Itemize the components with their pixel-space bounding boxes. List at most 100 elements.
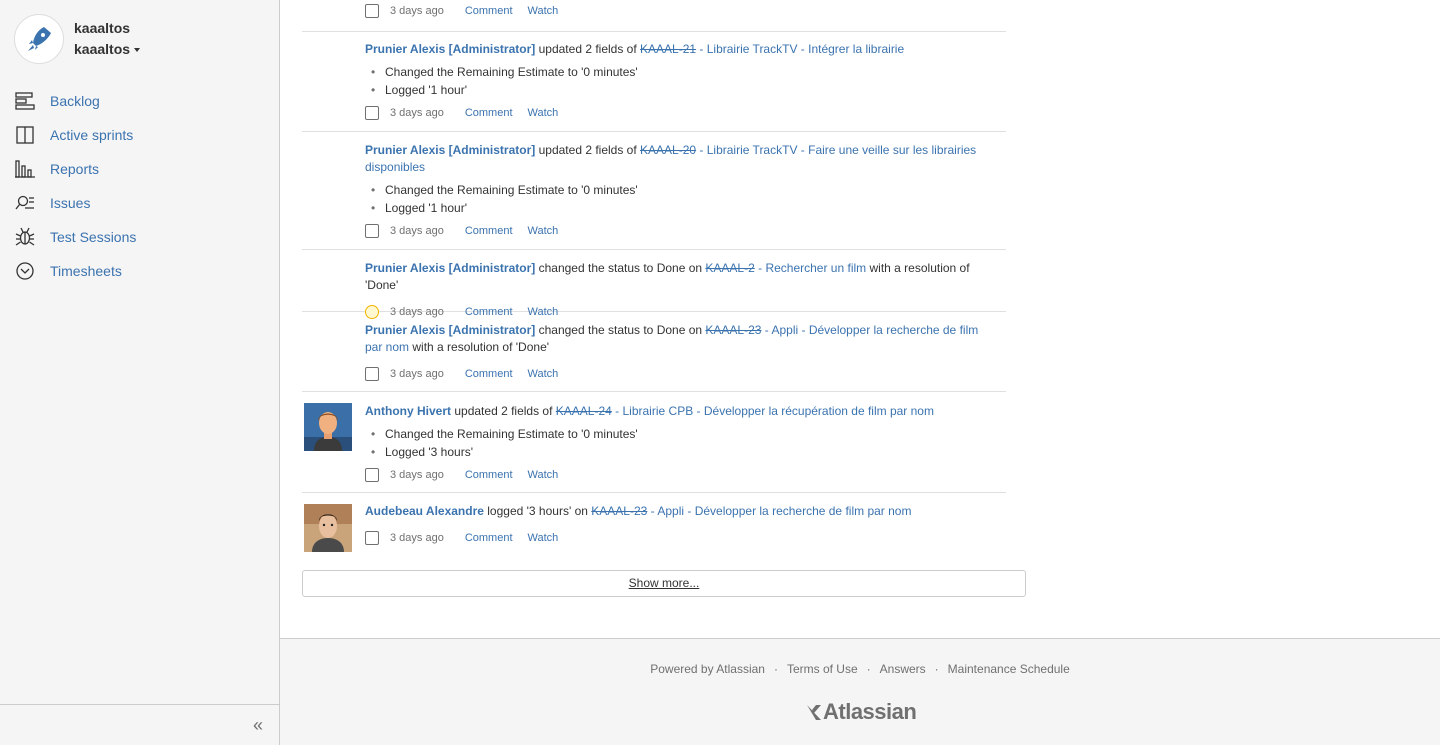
footer-separator: · [866,662,871,676]
subtask-type-icon [365,224,379,238]
user-link[interactable]: Prunier Alexis [Administrator] [365,261,535,275]
user-link[interactable]: Prunier Alexis [Administrator] [365,42,535,56]
activity-item: Prunier Alexis [Administrator] changed t… [302,250,1006,319]
sidebar-footer: « [0,704,279,745]
issue-key-link[interactable]: KAAAL-20 [640,143,696,157]
atlassian-logo-text: Atlassian [823,699,917,724]
user-link[interactable]: Anthony Hivert [365,404,451,418]
comment-link[interactable]: Comment [465,225,513,237]
activity-time: 3 days ago [390,368,444,380]
watch-link[interactable]: Watch [528,469,559,481]
issue-key-link[interactable]: KAAAL-21 [640,42,696,56]
activity-verb: updated 2 fields of [538,42,637,56]
activity-meta: 3 days ago Comment Watch [365,3,1006,19]
nav-item-active-sprints[interactable]: Active sprints [14,118,136,152]
change-item: Logged '3 hours' [371,443,1006,461]
rocket-icon[interactable] [14,14,64,64]
activity-verb: changed the status to Done on [538,261,703,275]
activity-suffix: with a resolution of 'Done' [412,340,550,354]
issue-summary-link[interactable]: - Appli - Développer la recherche de fil… [651,504,912,518]
board-name: kaaaltos [74,41,131,57]
nav-item-timesheets[interactable]: Timesheets [14,254,136,288]
bug-icon [14,226,36,248]
comment-link[interactable]: Comment [465,107,513,119]
watch-link[interactable]: Watch [528,5,559,17]
page-footer: Powered by Atlassian · Terms of Use · Answer… [280,638,1440,745]
subtask-type-icon [365,367,379,381]
watch-link[interactable]: Watch [528,107,559,119]
change-list: Changed the Remaining Estimate to '0 min… [371,181,1006,217]
user-avatar[interactable] [304,403,352,451]
project-header: kaaaltos kaaaltos [14,14,141,64]
sprints-icon [14,124,36,146]
activity-verb: changed the status to Done on [538,323,703,337]
activity-meta: 3 days ago Comment Watch [365,223,1006,239]
issue-key-link[interactable]: KAAAL-2 [705,261,754,275]
footer-links: Powered by Atlassian · Terms of Use · Answer… [280,662,1440,676]
change-list: Changed the Remaining Estimate to '0 min… [371,63,1006,99]
comment-link[interactable]: Comment [465,469,513,481]
issue-key-link[interactable]: KAAAL-23 [705,323,761,337]
nav-label: Active sprints [50,127,134,143]
issue-key-link[interactable]: KAAAL-24 [556,404,612,418]
change-item: Logged '1 hour' [371,81,1006,99]
issue-summary-link[interactable]: - Librairie TrackTV - Intégrer la librai… [699,42,904,56]
subtask-type-icon [365,106,379,120]
watch-link[interactable]: Watch [528,532,559,544]
subtask-type-icon [365,531,379,545]
subtask-type-icon [365,4,379,18]
board-selector[interactable]: kaaaltos [74,39,141,60]
clock-icon [14,260,36,282]
issue-summary-link[interactable]: - Rechercher un film [758,261,866,275]
project-name[interactable]: kaaaltos [74,18,140,39]
atlassian-logo[interactable]: Atlassian [805,699,917,725]
user-avatar[interactable] [304,504,352,552]
footer-link-powered-by[interactable]: Powered by Atlassian [650,662,765,676]
footer-link-answers[interactable]: Answers [880,662,926,676]
nav-item-issues[interactable]: Issues [14,186,136,220]
footer-separator: · [934,662,939,676]
watch-link[interactable]: Watch [528,368,559,380]
nav-label: Backlog [50,93,100,109]
nav-label: Reports [50,161,100,177]
activity-title: Prunier Alexis [Administrator] changed t… [365,322,1006,356]
activity-title: Prunier Alexis [Administrator] changed t… [365,260,1006,294]
activity-stream: 3 days ago Comment Watch Prunier Alexis … [302,0,1006,563]
activity-item: 3 days ago Comment Watch [302,3,1006,32]
show-more-button[interactable]: Show more... [302,570,1026,597]
nav-item-backlog[interactable]: Backlog [14,84,136,118]
issue-key-link[interactable]: KAAAL-23 [591,504,647,518]
comment-link[interactable]: Comment [465,5,513,17]
sidebar-nav: Backlog Active sprints Reports Issues Te… [14,84,136,288]
change-item: Logged '1 hour' [371,199,1006,217]
activity-meta: 3 days ago Comment Watch [365,467,1006,483]
activity-title: Anthony Hivert updated 2 fields of KAAAL… [365,403,1006,420]
activity-time: 3 days ago [390,5,444,17]
user-link[interactable]: Audebeau Alexandre [365,504,484,518]
activity-item: Prunier Alexis [Administrator] changed t… [302,312,1006,392]
nav-label: Issues [50,195,91,211]
activity-time: 3 days ago [390,532,444,544]
footer-link-terms[interactable]: Terms of Use [787,662,858,676]
nav-item-test-sessions[interactable]: Test Sessions [14,220,136,254]
activity-meta: 3 days ago Comment Watch [365,366,1006,382]
activity-title: Prunier Alexis [Administrator] updated 2… [365,41,1006,58]
activity-item: Prunier Alexis [Administrator] updated 2… [302,32,1006,132]
issue-summary-link[interactable]: - Librairie CPB - Développer la récupéra… [615,404,934,418]
watch-link[interactable]: Watch [528,225,559,237]
comment-link[interactable]: Comment [465,368,513,380]
activity-verb: logged '3 hours' on [487,504,588,518]
activity-title: Audebeau Alexandre logged '3 hours' on K… [365,503,1006,520]
nav-item-reports[interactable]: Reports [14,152,136,186]
activity-meta: 3 days ago Comment Watch [365,105,1006,121]
atlassian-logo-icon [807,705,821,720]
collapse-sidebar-icon[interactable]: « [253,715,263,736]
activity-time: 3 days ago [390,107,444,119]
footer-link-maintenance[interactable]: Maintenance Schedule [948,662,1070,676]
issues-icon [14,192,36,214]
user-link[interactable]: Prunier Alexis [Administrator] [365,323,535,337]
comment-link[interactable]: Comment [465,532,513,544]
backlog-icon [14,90,36,112]
activity-item: Anthony Hivert updated 2 fields of KAAAL… [302,392,1006,493]
user-link[interactable]: Prunier Alexis [Administrator] [365,143,535,157]
